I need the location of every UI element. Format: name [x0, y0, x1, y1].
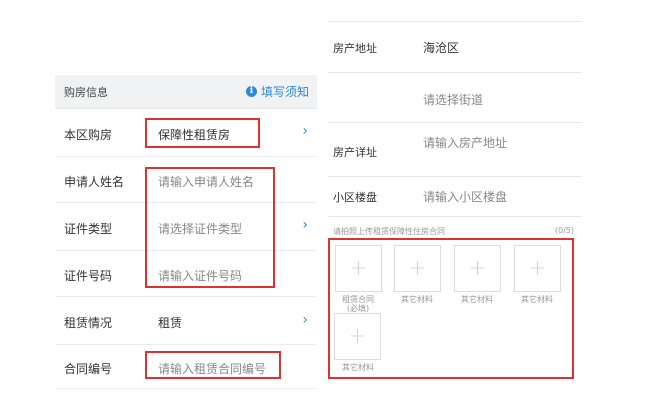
upload-tile-caption-required: (必填) [346, 304, 370, 313]
section-title: 购房信息 [64, 86, 108, 99]
rental-status-label: 租赁情况 [64, 316, 113, 330]
contract-number-input[interactable]: 请输入租赁合同编号 [158, 360, 266, 377]
community-input[interactable]: 请输入小区楼盘 [423, 188, 507, 205]
info-icon: i [245, 86, 257, 97]
fill-notice-link[interactable]: i 填写须知 [245, 83, 309, 100]
id-number-input[interactable]: 请输入证件号码 [158, 267, 242, 284]
rental-status-value[interactable]: 租赁 [158, 314, 182, 331]
id-type-select[interactable]: 请选择证件类型 [158, 220, 242, 237]
property-info-panel: 房产地址 海沧区 请选择街道 房产详址 请输入房产地址 小区楼盘 请输入小区楼盘… [328, 0, 582, 405]
plus-icon: + [349, 256, 368, 281]
upload-tile-caption: 其它材料 [461, 295, 493, 304]
upload-tile-caption: 其它材料 [521, 295, 553, 304]
form-row-local-purchase[interactable]: 本区购房 保障性租赁房 › [55, 109, 317, 157]
chevron-right-icon[interactable]: › [302, 312, 308, 328]
property-detail-input[interactable]: 请输入房产地址 [423, 134, 507, 151]
plus-icon: + [528, 256, 547, 281]
form-row-id-type[interactable]: 证件类型 请选择证件类型 › [55, 203, 317, 251]
local-purchase-value[interactable]: 保障性租赁房 [158, 126, 230, 143]
district-select[interactable]: 海沧区 [423, 39, 459, 56]
contract-number-label: 合同编号 [64, 362, 113, 376]
upload-tile-caption: 其它材料 [401, 295, 433, 304]
divider [328, 21, 582, 22]
upload-tile-other-4[interactable]: + [334, 313, 381, 360]
property-detail-label: 房产详址 [333, 146, 377, 159]
chevron-right-icon[interactable]: › [302, 217, 308, 233]
plus-icon: + [408, 256, 427, 281]
upload-hint: 请拍照上传租赁保障性住房合同 [333, 227, 445, 236]
id-number-label: 证件号码 [64, 269, 113, 283]
community-label: 小区楼盘 [333, 191, 377, 204]
property-address-label: 房产地址 [333, 42, 377, 55]
upload-tile-other-2[interactable]: + [454, 245, 501, 292]
plus-icon: + [348, 324, 367, 349]
upload-tile-other-1[interactable]: + [394, 245, 441, 292]
upload-tile-other-3[interactable]: + [514, 245, 561, 292]
divider [328, 216, 582, 217]
form-row-applicant-name[interactable]: 申请人姓名 请输入申请人姓名 [55, 157, 317, 203]
divider [328, 72, 582, 73]
applicant-name-input[interactable]: 请输入申请人姓名 [158, 173, 254, 190]
id-type-label: 证件类型 [64, 222, 113, 236]
applicant-name-label: 申请人姓名 [64, 175, 125, 189]
section-header: 购房信息 i 填写须知 [55, 75, 317, 109]
purchase-info-panel: 购房信息 i 填写须知 本区购房 保障性租赁房 › 申请人姓名 请输入申请人姓名… [55, 75, 317, 405]
plus-icon: + [468, 256, 487, 281]
upload-count: (0/5) [554, 226, 574, 235]
form-row-id-number[interactable]: 证件号码 请输入证件号码 [55, 251, 317, 297]
divider [328, 176, 582, 177]
local-purchase-label: 本区购房 [64, 128, 113, 142]
upload-tile-caption: 租赁合同 [342, 295, 374, 304]
fill-notice-label: 填写须知 [260, 85, 309, 99]
form-row-contract-number[interactable]: 合同编号 请输入租赁合同编号 [55, 345, 317, 389]
chevron-right-icon[interactable]: › [302, 123, 308, 139]
divider [328, 122, 582, 123]
form-row-rental-status[interactable]: 租赁情况 租赁 › [55, 297, 317, 345]
upload-tile-lease-contract[interactable]: + [335, 245, 382, 292]
street-select[interactable]: 请选择街道 [423, 91, 483, 108]
upload-tile-caption: 其它材料 [342, 363, 374, 372]
